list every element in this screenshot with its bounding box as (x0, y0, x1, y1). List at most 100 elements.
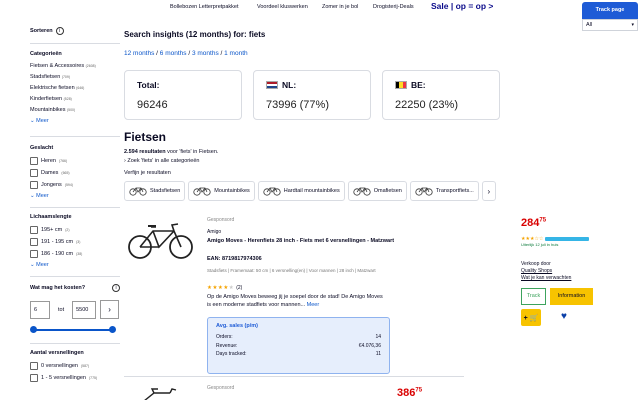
filter-option[interactable]: 1 - 5 versnellingen (775) (30, 372, 120, 384)
option-count: (500) (67, 108, 76, 112)
price-filter-header[interactable]: Wat mag het kosten? i (30, 282, 120, 294)
period-3-months-link[interactable]: 3 months (192, 50, 219, 57)
product-rating[interactable]: ★★★★★ (2) (207, 285, 242, 291)
info-icon[interactable]: i (55, 27, 64, 35)
option-count: (3) (76, 240, 81, 244)
period-12-months-link[interactable]: 12 months (124, 50, 154, 57)
chip-label: Hardtail mountainbikes (283, 188, 340, 194)
checkbox[interactable] (30, 226, 38, 234)
refine-chips: Stadsfietsen Mountainbikes Hardtail mounta… (124, 181, 504, 201)
category-link[interactable]: Fietsen & Accessoires (2608) (30, 61, 120, 72)
product-title-link[interactable]: Amigo Moves - Herenfiets 28 inch - Fiets… (207, 238, 397, 246)
divider (30, 136, 120, 137)
filter-option[interactable]: 191 - 195 cm (3) (30, 236, 120, 248)
chips-next-arrow-icon[interactable]: › (481, 181, 496, 201)
checkbox[interactable] (30, 362, 38, 370)
checkbox[interactable] (30, 181, 38, 189)
chip-label: Stadsfietsen (150, 188, 181, 194)
bicycle-icon (193, 185, 211, 198)
option-label: Dames (41, 170, 59, 176)
chip-label: Mountainbikes (214, 188, 250, 194)
height-more-link[interactable]: ⌄ Meer (30, 260, 120, 270)
sort-control[interactable]: Sorteren i (30, 24, 120, 38)
price-max-input[interactable]: 5500 (72, 300, 97, 319)
divider (30, 207, 120, 208)
gender-more-link[interactable]: ⌄ Meer (30, 191, 120, 201)
option-label: 1 - 5 versnellingen (41, 375, 86, 381)
category-link[interactable]: Kinderfietsen (528) (30, 94, 120, 105)
filter-option[interactable]: 195+ cm (2) (30, 224, 120, 236)
period-select[interactable]: All ▾ (582, 19, 638, 31)
bike-image[interactable] (134, 387, 184, 400)
price-apply-button[interactable]: › (100, 300, 120, 319)
sale-link[interactable]: Sale | op = op > (431, 1, 493, 11)
price-slider-track (32, 329, 114, 331)
checkbox[interactable] (30, 238, 38, 246)
price-min-input[interactable]: 6 (30, 300, 50, 319)
track-page-button[interactable]: Track page (582, 2, 638, 19)
price-slider-max-handle[interactable] (109, 326, 116, 333)
option-count: (594) (64, 183, 73, 187)
belgium-flag-icon (395, 81, 407, 89)
promo-link[interactable]: Drogisterij-Deals (373, 4, 414, 10)
stat-value: 96246 (137, 99, 168, 111)
refine-chip[interactable]: Mountainbikes (188, 181, 255, 201)
period-1-month-link[interactable]: 1 month (224, 50, 248, 57)
period-6-months-link[interactable]: 6 months (160, 50, 187, 57)
refine-chip[interactable]: Stadsfietsen (124, 181, 186, 201)
seller-expectation-link[interactable]: Wat je kan verwachten (521, 275, 571, 281)
product-card: Gesponsord Amigo Amigo Moves - Herenfiet… (124, 213, 593, 374)
main-content: Search insights (12 months) for: fiets 1… (124, 24, 504, 201)
sales-row-label: Orders: (216, 334, 233, 340)
promo-link[interactable]: Voordeel kluswerken (257, 4, 308, 10)
price-slider-min-handle[interactable] (30, 326, 37, 333)
promo-link[interactable]: Bollebozen Letterpretpakket (170, 4, 239, 10)
category-link[interactable]: Stadsfietsen (709) (30, 72, 120, 83)
info-icon[interactable]: i (112, 284, 120, 292)
stat-label: Total: (137, 80, 160, 90)
seller-link[interactable]: Quality Shops (521, 268, 552, 274)
divider (30, 343, 120, 344)
refine-chip[interactable]: Transportfiets... (409, 181, 479, 201)
price-range-inputs: 6 tot 5500 › (30, 300, 120, 319)
checkbox[interactable] (30, 250, 38, 258)
track-button[interactable]: Track (521, 288, 546, 305)
promo-link[interactable]: Zomer in je bol (322, 4, 358, 10)
add-to-cart-button[interactable]: + 🛒 (521, 309, 541, 326)
checkbox[interactable] (30, 374, 38, 382)
results-text: voor 'fiets' in Fietsen. (165, 149, 219, 155)
filter-option[interactable]: Dames (665) (30, 167, 120, 179)
stat-card-be: BE: 22250 (23%) (382, 70, 500, 120)
rating-count: (2) (236, 285, 243, 291)
information-button[interactable]: Information (550, 288, 593, 305)
category-link[interactable]: Mountainbikes (500) (30, 105, 120, 116)
filter-option[interactable]: 0 versnellingen (587) (30, 360, 120, 372)
refine-chip[interactable]: Omafietsen (347, 181, 407, 201)
extension-panel: Track page All ▾ (582, 2, 638, 32)
refine-title: Verfijn je resultaten (124, 170, 171, 176)
categories-more-link[interactable]: ⌄ Meer (30, 116, 120, 126)
checkbox[interactable] (30, 157, 38, 165)
filter-option[interactable]: Heren (766) (30, 155, 120, 167)
option-label: 191 - 195 cm (41, 239, 74, 245)
netherlands-flag-icon (266, 81, 278, 89)
filter-option[interactable]: Jongens (594) (30, 179, 120, 191)
bike-image[interactable] (126, 217, 196, 262)
price-slider[interactable] (30, 325, 116, 335)
category-link[interactable]: Elektrische fietsen (646) (30, 83, 120, 94)
option-count: (2608) (85, 64, 96, 68)
period-select-value: All (586, 22, 593, 28)
sales-row-value: 11 (375, 351, 381, 357)
filter-option[interactable]: 186 - 190 cm (38) (30, 248, 120, 260)
wishlist-heart-icon[interactable]: ♥ (561, 311, 567, 322)
refine-chip[interactable]: Hardtail mountainbikes (257, 181, 345, 201)
product-brand[interactable]: Amigo (207, 229, 221, 235)
sales-title: Avg. sales (p/m) (216, 323, 258, 329)
stat-value: 73996 (77%) (266, 99, 329, 111)
stat-value: 22250 (23%) (395, 99, 458, 111)
checkbox[interactable] (30, 169, 38, 177)
description-more-link[interactable]: Meer (307, 302, 320, 308)
search-all-categories-link[interactable]: › Zoek 'fiets' in alle categorieën (124, 157, 504, 166)
categories-title: Categorieën (30, 51, 62, 57)
product-actions: Track Information (521, 288, 593, 305)
